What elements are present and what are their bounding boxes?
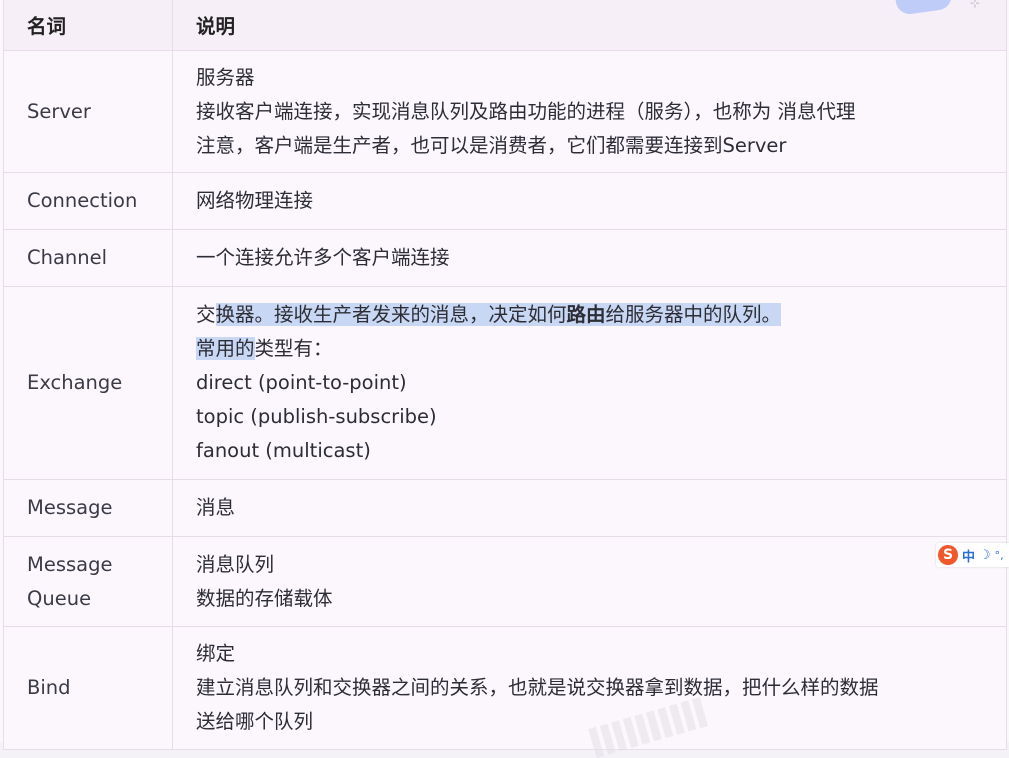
sogou-logo-icon[interactable]: S xyxy=(938,545,958,565)
description-line: 服务器 xyxy=(196,65,255,89)
description-line: 网络物理连接 xyxy=(196,189,314,212)
description-line[interactable]: 常用的类型有： xyxy=(196,332,1006,366)
selected-text: 常用的 xyxy=(196,337,255,360)
table-row: Message 消息 xyxy=(3,479,1007,537)
description-line: 消息队列 xyxy=(196,552,275,576)
description-line[interactable]: 交换器。接收生产者发来的消息，决定如何路由给服务器中的队列。 xyxy=(196,298,1006,332)
text-segment: 类型有： xyxy=(254,337,333,360)
description-line: 消息 xyxy=(196,496,236,519)
table-row: Message Queue 消息队列 数据的存储载体 xyxy=(3,536,1007,627)
ime-toolbar[interactable]: S 中 ☽ °, xyxy=(936,543,1009,567)
term-cell: Message Queue xyxy=(3,536,173,627)
term-cell: Server xyxy=(3,50,173,173)
toolbar-icon[interactable]: ⊹ xyxy=(970,0,1000,10)
header-term: 名词 xyxy=(3,0,173,51)
header-description: 说明 xyxy=(172,0,1007,51)
term-cell: Exchange xyxy=(3,286,173,480)
description-line: direct (point-to-point) xyxy=(196,371,407,394)
table-header-row: 名词 说明 xyxy=(3,0,1007,51)
term-cell: Channel xyxy=(3,229,173,287)
description-line: 建立消息队列和交换器之间的关系，也就是说交换器拿到数据，把什么样的数据 xyxy=(196,676,879,699)
table-row: Channel 一个连接允许多个客户端连接 xyxy=(3,229,1007,287)
term-cell: Connection xyxy=(3,172,173,230)
table-row: Exchange 交换器。接收生产者发来的消息，决定如何路由给服务器中的队列。 … xyxy=(3,286,1007,480)
description-line: 注意，客户端是生产者，也可以是消费者，它们都需要连接到Server xyxy=(196,133,787,157)
description-line: 一个连接允许多个客户端连接 xyxy=(196,246,450,269)
page: 名词 说明 Server 服务器 接收客户端连接，实现消息队列及路由功能的进程（… xyxy=(0,0,1009,758)
description-line: 绑定 xyxy=(196,642,236,665)
term-cell: Message xyxy=(3,479,173,537)
ime-punctuation-toggle[interactable]: °, xyxy=(995,549,1004,562)
term-line: Message xyxy=(27,552,113,576)
term-cell: Bind xyxy=(3,626,173,750)
description-cell: 服务器 接收客户端连接，实现消息队列及路由功能的进程（服务），也称为 消息代理 … xyxy=(172,50,1007,173)
description-cell: 网络物理连接 xyxy=(172,172,1007,230)
selected-bold-text: 路由 xyxy=(566,303,606,326)
description-line: 接收客户端连接，实现消息队列及路由功能的进程（服务），也称为 消息代理 xyxy=(196,99,856,123)
selected-text: 给服务器中的队列。 xyxy=(605,303,782,326)
description-line: fanout (multicast) xyxy=(196,439,371,462)
description-cell: 消息队列 数据的存储载体 xyxy=(172,536,1007,627)
description-line: 数据的存储载体 xyxy=(196,586,333,610)
crescent-moon-icon[interactable]: ☽ xyxy=(979,548,991,563)
description-cell: 消息 xyxy=(172,479,1007,537)
table-row: Bind 绑定 建立消息队列和交换器之间的关系，也就是说交换器拿到数据，把什么样… xyxy=(3,626,1007,750)
description-cell[interactable]: 交换器。接收生产者发来的消息，决定如何路由给服务器中的队列。 常用的类型有： d… xyxy=(172,286,1007,480)
glossary-table: 名词 说明 Server 服务器 接收客户端连接，实现消息队列及路由功能的进程（… xyxy=(3,0,1007,750)
table-row: Connection 网络物理连接 xyxy=(3,172,1007,230)
text-segment: 交 xyxy=(196,303,216,326)
selected-text: 换器。接收生产者发来的消息，决定如何 xyxy=(215,303,567,326)
term-line: Queue xyxy=(27,586,92,610)
table-row: Server 服务器 接收客户端连接，实现消息队列及路由功能的进程（服务），也称… xyxy=(3,50,1007,173)
description-cell: 一个连接允许多个客户端连接 xyxy=(172,229,1007,287)
ime-language-toggle[interactable]: 中 xyxy=(962,546,975,565)
description-line: topic (publish-subscribe) xyxy=(196,405,437,428)
